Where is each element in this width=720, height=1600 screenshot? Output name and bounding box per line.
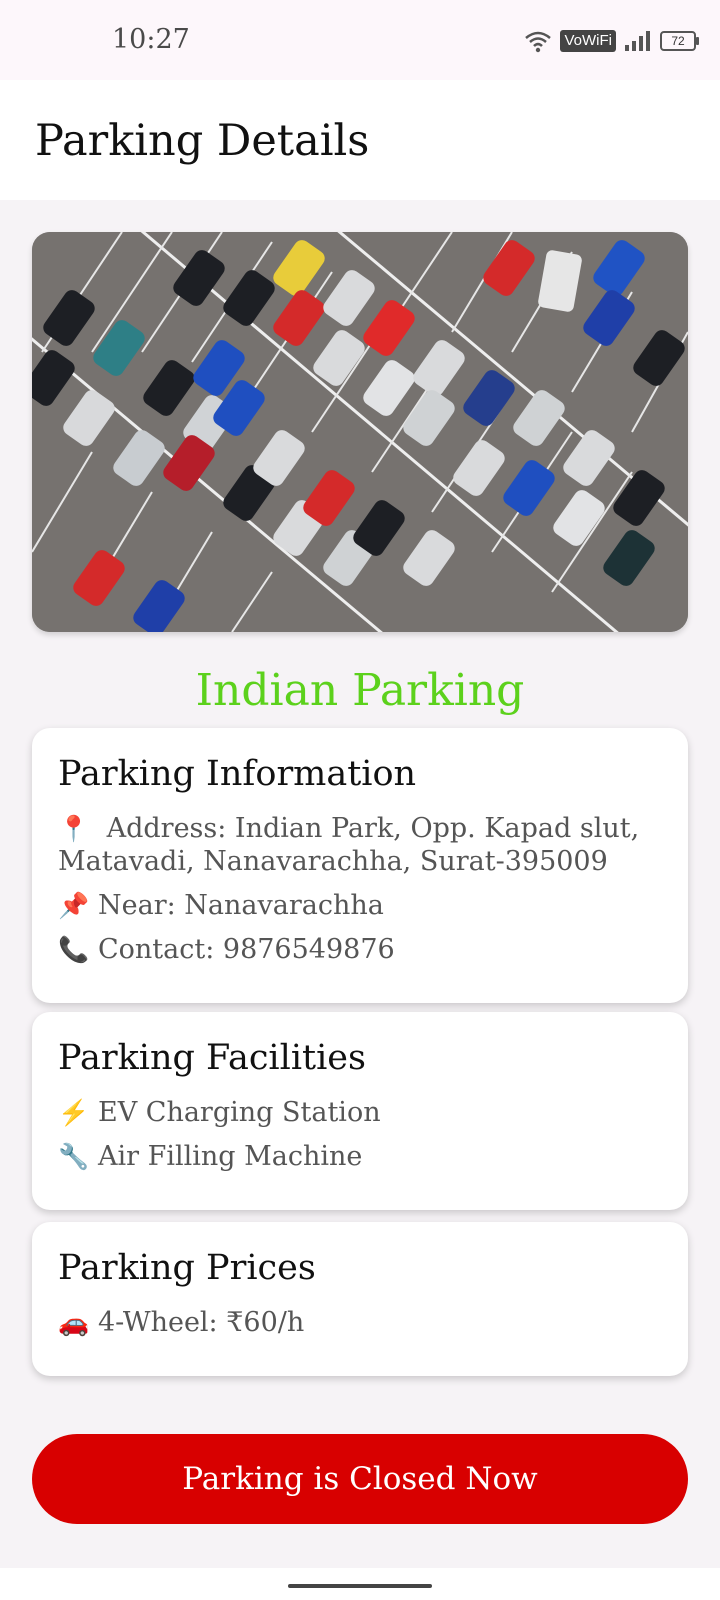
- facility-text: Air Filling Machine: [98, 1141, 363, 1172]
- car-icon: 🚗: [58, 1308, 90, 1337]
- contact-text[interactable]: Contact: 9876549876: [98, 933, 395, 966]
- card-title: Parking Prices: [58, 1248, 316, 1288]
- near-text: Near: Nanavarachha: [98, 890, 384, 921]
- wrench-icon: 🔧: [58, 1142, 90, 1171]
- round-pushpin-icon: 📍: [58, 814, 90, 843]
- price-row: 🚗 4-Wheel: ₹60/h: [58, 1306, 662, 1339]
- contact-row[interactable]: 📞 Contact: 9876549876: [58, 933, 662, 966]
- facility-text: EV Charging Station: [98, 1097, 381, 1128]
- status-icons: VoWiFi 72: [524, 26, 699, 56]
- lightning-icon: ⚡: [58, 1098, 90, 1127]
- pushpin-icon: 📌: [58, 891, 90, 920]
- wifi-icon: [525, 31, 552, 53]
- status-bar: 10:27 VoWiFi 72: [0, 0, 720, 80]
- parking-name: Indian Parking: [195, 665, 525, 716]
- near-row: 📌 Near: Nanavarachha: [58, 889, 662, 922]
- page-title: Parking Details: [35, 116, 370, 166]
- app-bar: Parking Details: [0, 80, 720, 200]
- parking-facilities-card: Parking Facilities ⚡ EV Charging Station…: [32, 1012, 688, 1210]
- vowifi-badge: VoWiFi: [560, 30, 616, 52]
- battery-icon: 72: [660, 31, 699, 51]
- phone-icon: 📞: [58, 935, 90, 964]
- home-indicator[interactable]: [288, 1584, 432, 1588]
- status-time: 10:27: [112, 24, 190, 55]
- facility-row: 🔧 Air Filling Machine: [58, 1140, 662, 1173]
- signal-icon: [625, 31, 650, 51]
- parking-information-card: Parking Information 📍 Address: Indian Pa…: [32, 728, 688, 1003]
- parking-closed-button[interactable]: Parking is Closed Now: [32, 1434, 688, 1524]
- address-text: Address: Indian Park, Opp. Kapad slut, M…: [58, 813, 640, 877]
- navigation-bar: [0, 1568, 720, 1600]
- facility-row: ⚡ EV Charging Station: [58, 1096, 662, 1129]
- card-title: Parking Facilities: [58, 1038, 366, 1078]
- address-row: 📍 Address: Indian Park, Opp. Kapad slut,…: [58, 812, 662, 878]
- parking-lot-photo: [32, 232, 688, 632]
- parking-lot-illustration: [32, 232, 688, 632]
- card-title: Parking Information: [58, 754, 417, 794]
- parking-prices-card: Parking Prices 🚗 4-Wheel: ₹60/h: [32, 1222, 688, 1376]
- price-text: 4-Wheel: ₹60/h: [98, 1307, 305, 1338]
